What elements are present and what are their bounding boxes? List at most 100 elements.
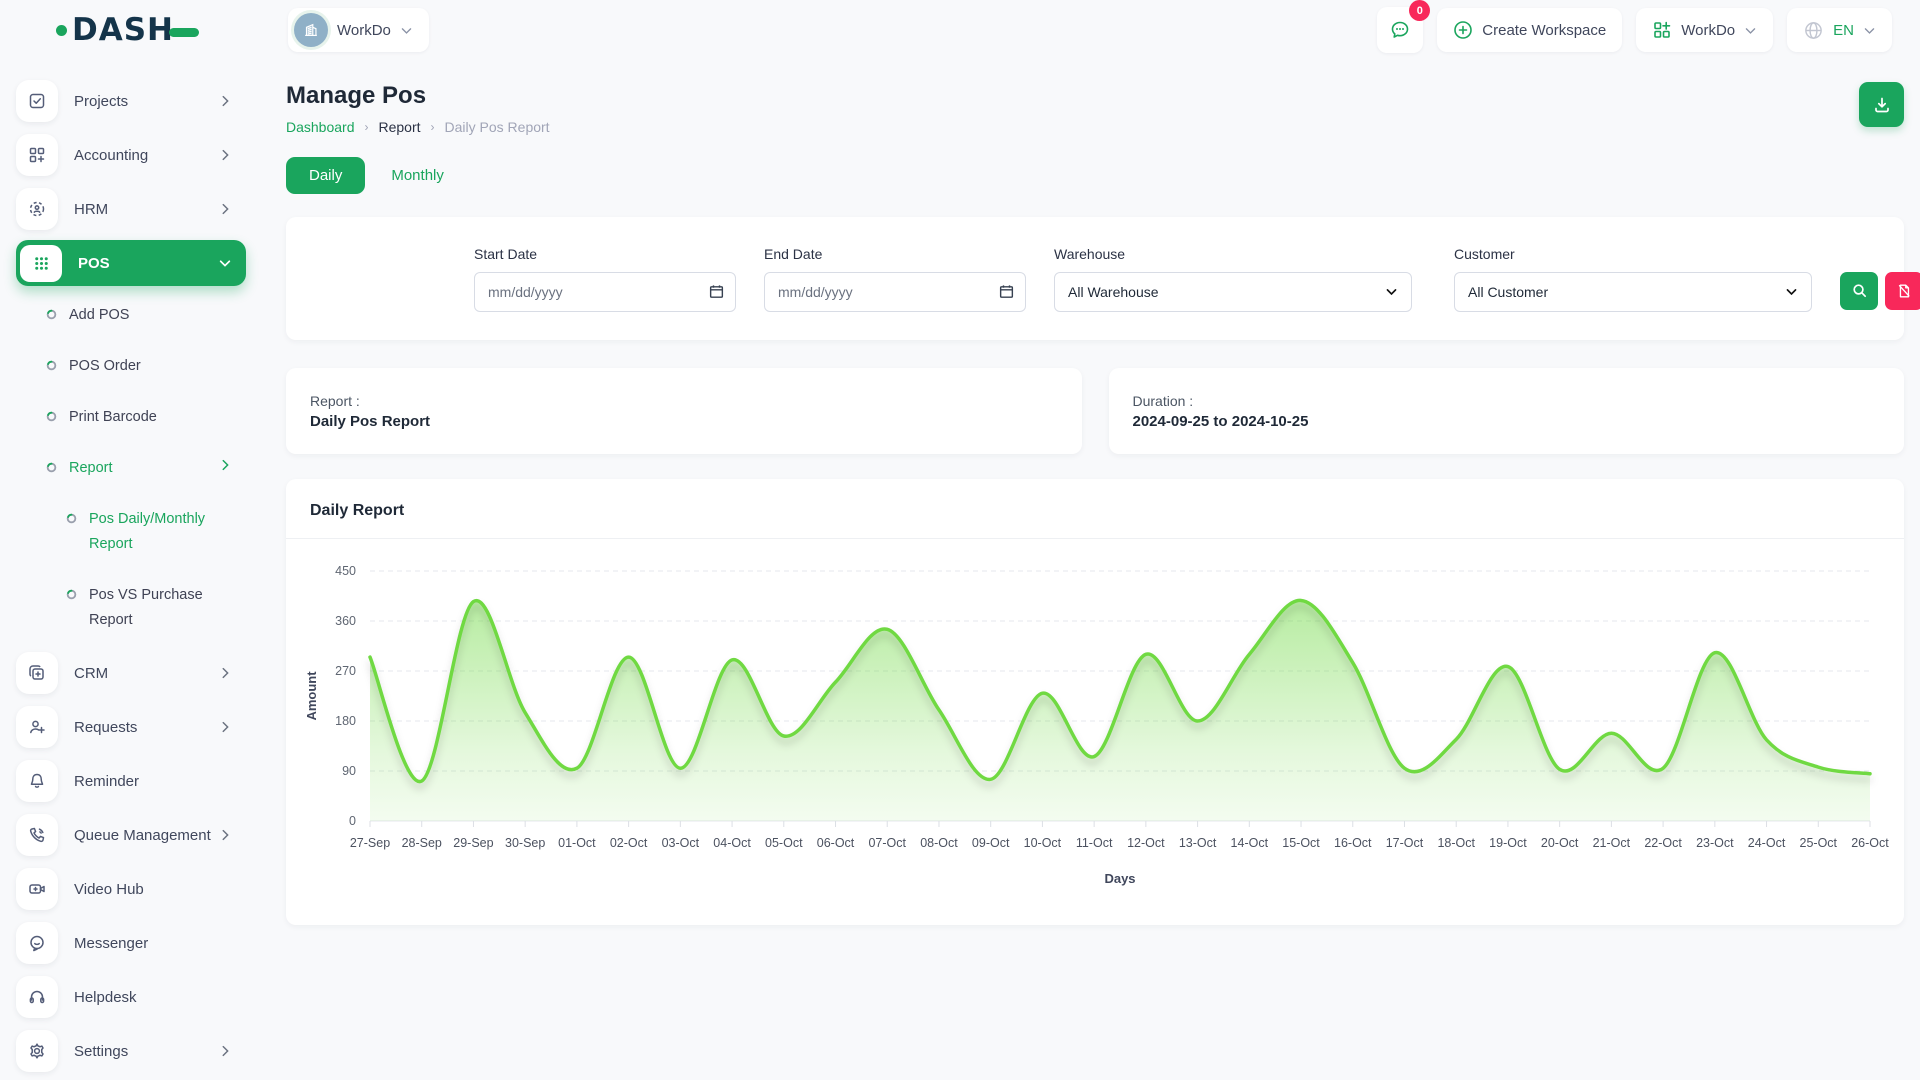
sidebar-subitem-label: Add POS [69,303,246,328]
sidebar-subitem-add-pos[interactable]: Add POS [16,290,246,341]
sidebar-item-label: Queue Management [74,827,218,844]
sidebar-item-crm[interactable]: CRM [16,646,246,700]
breadcrumb-current: Daily Pos Report [445,119,550,135]
account-menu-button[interactable]: WorkDo [1636,8,1773,52]
start-date-label: Start Date [474,246,736,262]
search-button[interactable] [1840,272,1878,310]
svg-text:02-Oct: 02-Oct [610,836,648,850]
sidebar-item-requests[interactable]: Requests [16,700,246,754]
sidebar-subitem-label: Report [69,456,218,481]
accounting-icon [16,134,58,176]
chevron-down-icon [1863,24,1876,37]
sidebar-item-label: HRM [74,201,218,218]
svg-text:10-Oct: 10-Oct [1024,836,1062,850]
sidebar-subitem-print-barcode[interactable]: Print Barcode [16,392,246,443]
sidebar-subitem-label: Pos Daily/Monthly Report [89,507,246,557]
calendar-icon[interactable] [998,283,1015,300]
customer-select[interactable]: All Customer [1454,272,1812,312]
sidebar-subitem-pos-vs-purchase-report[interactable]: Pos VS Purchase Report [16,570,246,646]
sidebar-item-label: Settings [74,1043,218,1060]
svg-text:450: 450 [335,564,356,578]
svg-text:18-Oct: 18-Oct [1437,836,1475,850]
calendar-icon[interactable] [708,283,725,300]
customer-field-group: Customer All Customer [1454,246,1812,312]
sidebar-item-projects[interactable]: Projects [16,74,246,128]
daily-report-chart: 09018027036045027-Sep28-Sep29-Sep30-Sep0… [286,539,1904,894]
reset-icon [1896,283,1912,299]
svg-text:20-Oct: 20-Oct [1541,836,1579,850]
sidebar-item-reminder[interactable]: Reminder [16,754,246,808]
sidebar-item-hrm[interactable]: HRM [16,182,246,236]
area-chart: 09018027036045027-Sep28-Sep29-Sep30-Sep0… [298,551,1898,891]
sidebar-item-messenger[interactable]: Messenger [16,916,246,970]
svg-text:90: 90 [342,764,356,778]
logo[interactable]: DASH [0,12,258,48]
chevron-right-icon [218,94,232,108]
messages-button[interactable]: 0 [1377,7,1423,53]
language-selector[interactable]: EN [1787,8,1892,52]
sidebar-subitem-report[interactable]: Report [16,443,246,494]
chevron-right-icon [218,148,232,162]
svg-text:14-Oct: 14-Oct [1231,836,1269,850]
svg-text:25-Oct: 25-Oct [1800,836,1838,850]
sidebar-item-label: Requests [74,719,218,736]
sidebar-item-accounting[interactable]: Accounting [16,128,246,182]
bullet-icon [66,513,77,524]
start-date-input[interactable] [474,272,736,312]
sidebar-item-pos[interactable]: POS [16,240,246,286]
svg-text:27-Sep: 27-Sep [350,836,390,850]
building-icon [302,21,320,39]
sidebar-subitem-label: Print Barcode [69,405,246,430]
download-icon [1872,95,1892,115]
sidebar-item-label: Messenger [74,935,246,952]
download-button[interactable] [1859,82,1904,127]
sidebar-item-helpdesk[interactable]: Helpdesk [16,970,246,1024]
sidebar-item-settings[interactable]: Settings [16,1024,246,1078]
report-value: Daily Pos Report [310,413,1058,430]
sidebar-item-video-hub[interactable]: Video Hub [16,862,246,916]
account-label: WorkDo [1681,22,1735,39]
filter-card: Start Date End Date Warehouse All Wareho… [286,217,1904,340]
sidebar-subitem-pos-order[interactable]: POS Order [16,341,246,392]
globe-icon [1803,20,1824,41]
warehouse-select-value: All Warehouse [1068,284,1159,300]
sidebar-subitem-label: POS Order [69,354,246,379]
svg-text:Amount: Amount [304,671,319,721]
breadcrumb-dashboard[interactable]: Dashboard [286,119,355,135]
logo-dot-icon [56,25,67,36]
svg-text:12-Oct: 12-Oct [1127,836,1165,850]
customer-select-value: All Customer [1468,284,1548,300]
warehouse-select[interactable]: All Warehouse [1054,272,1412,312]
svg-text:16-Oct: 16-Oct [1334,836,1372,850]
pos-icon [20,245,62,282]
chart-title: Daily Report [286,479,1904,539]
create-workspace-button[interactable]: Create Workspace [1437,8,1622,52]
sidebar-item-queue-management[interactable]: Queue Management [16,808,246,862]
chevron-right-icon [218,666,232,680]
sidebar-item-label: Video Hub [74,881,246,898]
logo-dash-icon [169,28,199,37]
page-title: Manage Pos [286,82,550,110]
requests-icon [16,706,58,748]
sidebar-subitem-label: Pos VS Purchase Report [89,583,246,633]
reset-filter-button[interactable] [1885,272,1920,310]
svg-text:21-Oct: 21-Oct [1593,836,1631,850]
breadcrumb-report[interactable]: Report [379,119,421,135]
gear-icon [16,1030,58,1072]
sidebar-subitem-pos-daily-monthly-report[interactable]: Pos Daily/Monthly Report [16,494,246,570]
chevron-down-icon [1785,285,1798,298]
sidebar-item-label: Projects [74,93,218,110]
svg-text:0: 0 [349,814,356,828]
tab-daily[interactable]: Daily [286,157,365,194]
daily-report-card: Daily Report 09018027036045027-Sep28-Sep… [286,479,1904,925]
sidebar-item-label: Helpdesk [74,989,246,1006]
chevron-down-icon [1385,285,1398,298]
headset-icon [16,976,58,1018]
bullet-icon [46,309,57,320]
end-date-input[interactable] [764,272,1026,312]
svg-text:06-Oct: 06-Oct [817,836,855,850]
chevron-down-icon [1744,24,1757,37]
workspace-selector[interactable]: WorkDo [288,8,429,52]
tab-monthly[interactable]: Monthly [391,167,444,184]
end-date-field-group: End Date [764,246,1026,312]
